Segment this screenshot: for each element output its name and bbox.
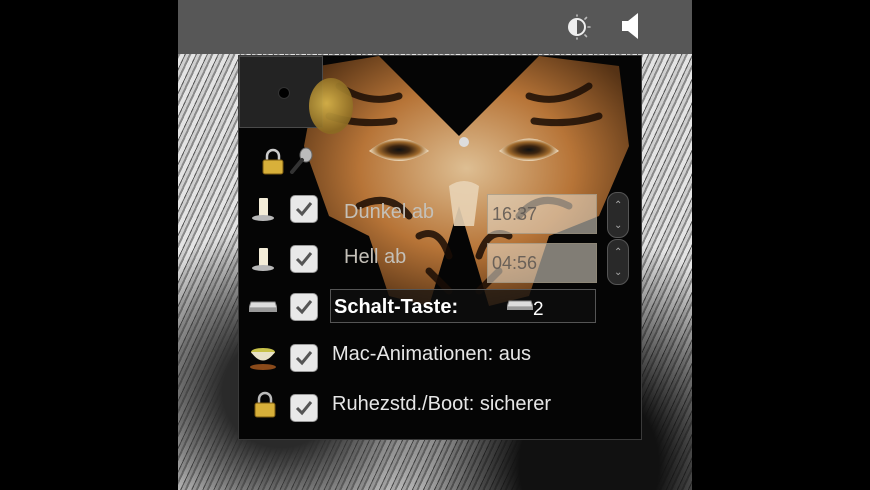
- hell-label: Hell ab: [344, 246, 407, 268]
- schalt-key-value: 2: [533, 299, 544, 320]
- ruhezustand-label: Ruhezstd./Boot: sicherer: [332, 393, 551, 415]
- microphone-icon: [290, 147, 313, 174]
- key-icon: [507, 300, 533, 310]
- candle-icon: [252, 248, 274, 271]
- checkbox-schalt[interactable]: [290, 293, 318, 321]
- desktop-background: Dunkel ab 16:37 ⌃ ⌄ Hell ab 04:56 ⌃ ⌄ Scha…: [178, 0, 692, 490]
- dunkel-time-stepper[interactable]: ⌃ ⌄: [607, 192, 629, 238]
- lock-icon: [262, 148, 284, 175]
- hell-time-stepper[interactable]: ⌃ ⌄: [607, 239, 629, 285]
- brightness-icon[interactable]: [562, 12, 592, 42]
- checkbox-dunkel[interactable]: [290, 195, 318, 223]
- key-icon: [249, 301, 277, 312]
- schalt-label: Schalt-Taste:: [334, 296, 459, 318]
- checkbox-ruhezustand[interactable]: [290, 394, 318, 422]
- toggle-knob: [278, 87, 290, 99]
- moon-icon: [309, 78, 353, 134]
- animationen-label: Mac-Animationen: aus: [332, 343, 531, 365]
- bowl-icon: [250, 348, 276, 370]
- checkbox-hell[interactable]: [290, 245, 318, 273]
- menu-bar: [178, 0, 692, 54]
- checkbox-animationen[interactable]: [290, 344, 318, 372]
- hell-time-field[interactable]: 04:56: [487, 243, 597, 283]
- candle-icon: [252, 198, 274, 221]
- padlock-icon: [254, 391, 276, 418]
- volume-icon[interactable]: [618, 10, 648, 42]
- dunkel-label: Dunkel ab: [344, 201, 435, 223]
- settings-panel: Dunkel ab 16:37 ⌃ ⌄ Hell ab 04:56 ⌃ ⌄ Scha…: [238, 55, 642, 440]
- dunkel-time-field[interactable]: 16:37: [487, 194, 597, 234]
